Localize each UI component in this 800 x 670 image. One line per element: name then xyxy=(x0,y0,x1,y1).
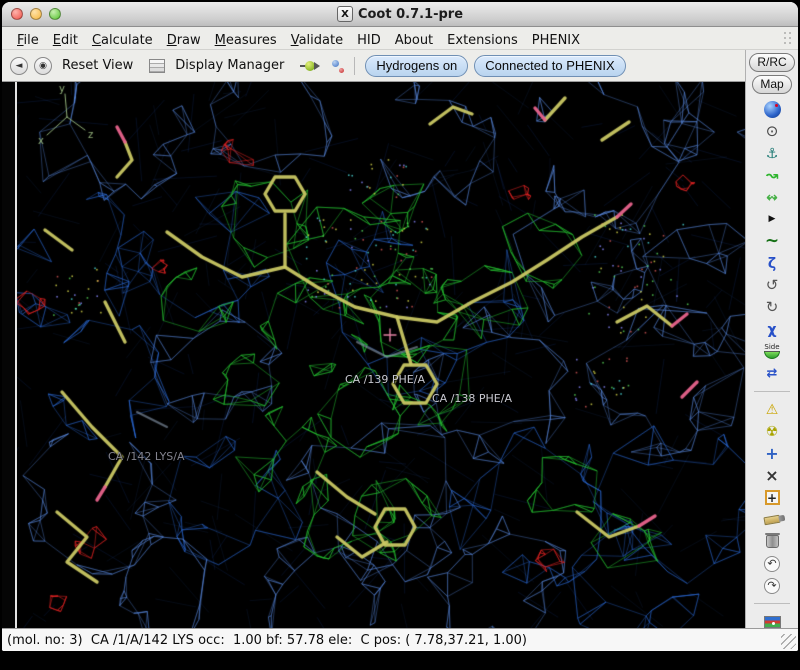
toolbar-separator xyxy=(354,57,355,75)
zoom-button[interactable] xyxy=(49,8,61,20)
left-gutter xyxy=(2,82,15,628)
recentre-view-icon[interactable]: ⊙ xyxy=(762,123,782,140)
right-sidebar: R/RC Map ⊙⚓↝↭▶∼ζ↺↻χSide⇄⚠☢+×+↶↷▷ xyxy=(745,50,798,628)
title-bar[interactable]: X Coot 0.7.1-pre xyxy=(2,2,798,27)
delete-item-icon[interactable] xyxy=(762,533,782,550)
menu-item-about[interactable]: About xyxy=(388,31,440,50)
fixed-atoms-icon[interactable]: ▶ xyxy=(762,211,782,228)
menu-item-extensions[interactable]: Extensions xyxy=(440,31,525,50)
record-view-icon[interactable]: ◉ xyxy=(34,57,52,75)
edit-backbone-icon[interactable]: ⇄ xyxy=(762,365,782,382)
add-alt-conf-icon[interactable]: ☢ xyxy=(762,423,782,440)
menu-item-calculate[interactable]: Calculate xyxy=(85,31,160,50)
map-button[interactable]: Map xyxy=(752,75,791,94)
raw-molecule-icon[interactable] xyxy=(330,59,344,73)
rotate-translate-zone-icon[interactable]: ζ xyxy=(762,255,782,272)
phenix-connection-button[interactable]: Connected to PHENIX xyxy=(474,55,625,77)
menu-bar: FileEditCalculateDrawMeasuresValidateHID… xyxy=(2,27,798,50)
density-map-canvas[interactable] xyxy=(17,82,745,631)
menu-item-hid[interactable]: HID xyxy=(350,31,388,50)
menu-item-edit[interactable]: Edit xyxy=(46,31,85,50)
go-to-ligand-icon[interactable] xyxy=(300,60,320,72)
real-space-refine-icon[interactable]: ↝ xyxy=(762,167,782,184)
clear-pending-picks-icon[interactable]: × xyxy=(762,467,782,484)
close-button[interactable] xyxy=(11,8,23,20)
back-view-icon[interactable]: ◄ xyxy=(10,57,28,75)
regularize-zone-icon[interactable]: ↭ xyxy=(762,189,782,206)
add-terminal-residue-icon[interactable]: ⚠ xyxy=(762,401,782,418)
atom-status-text: (mol. no: 3) CA /1/A/142 LYS occ: 1.00 b… xyxy=(2,633,527,648)
minimize-button[interactable] xyxy=(30,8,42,20)
rrc-button[interactable]: R/RC xyxy=(749,53,794,72)
pointer-atom-icon[interactable]: + xyxy=(762,489,782,506)
flip-sidechain-icon[interactable]: Side xyxy=(762,343,782,360)
status-bar: (mol. no: 3) CA /1/A/142 LYS occ: 1.00 b… xyxy=(2,628,798,651)
redo-icon[interactable]: ↷ xyxy=(762,577,782,594)
viewport-3d[interactable]: CA /139 PHE/ACA /138 PHE/ACA /142 LYS/A xyxy=(17,82,745,631)
menu-grip-handle[interactable] xyxy=(783,31,792,45)
resize-grip[interactable] xyxy=(781,634,796,649)
display-manager-icon[interactable] xyxy=(149,59,165,73)
brush-icon[interactable] xyxy=(762,511,782,528)
hydrogens-toggle-button[interactable]: Hydrogens on xyxy=(365,55,468,77)
reset-view-button[interactable]: Reset View xyxy=(58,58,137,73)
main-toolbar: ◄ ◉ Reset View Display Manager Hydrogens… xyxy=(2,50,745,82)
menu-item-draw[interactable]: Draw xyxy=(160,31,208,50)
auto-fit-rotamer-icon[interactable]: ↺ xyxy=(762,277,782,294)
menu-item-phenix[interactable]: PHENIX xyxy=(525,31,587,50)
anchor-residue-icon[interactable]: ⚓ xyxy=(762,145,782,162)
menu-item-measures[interactable]: Measures xyxy=(208,31,284,50)
rigid-body-fit-icon[interactable]: ∼ xyxy=(762,233,782,250)
x11-icon: X xyxy=(337,6,353,22)
clipping-sphere-icon[interactable] xyxy=(762,101,782,118)
display-manager-button[interactable]: Display Manager xyxy=(171,58,288,73)
menu-item-validate[interactable]: Validate xyxy=(284,31,350,50)
place-atom-icon[interactable]: + xyxy=(762,445,782,462)
coot-window: X Coot 0.7.1-pre FileEditCalculateDrawMe… xyxy=(2,2,798,651)
undo-icon[interactable]: ↶ xyxy=(762,555,782,572)
sidebar-separator xyxy=(754,603,790,604)
menu-item-file[interactable]: File xyxy=(10,31,46,50)
edit-chi-angles-icon[interactable]: χ xyxy=(762,321,782,338)
rotamers-icon[interactable]: ↻ xyxy=(762,299,782,316)
traffic-lights xyxy=(11,8,61,20)
sidebar-separator xyxy=(754,391,790,392)
window-title: Coot 0.7.1-pre xyxy=(358,7,463,22)
